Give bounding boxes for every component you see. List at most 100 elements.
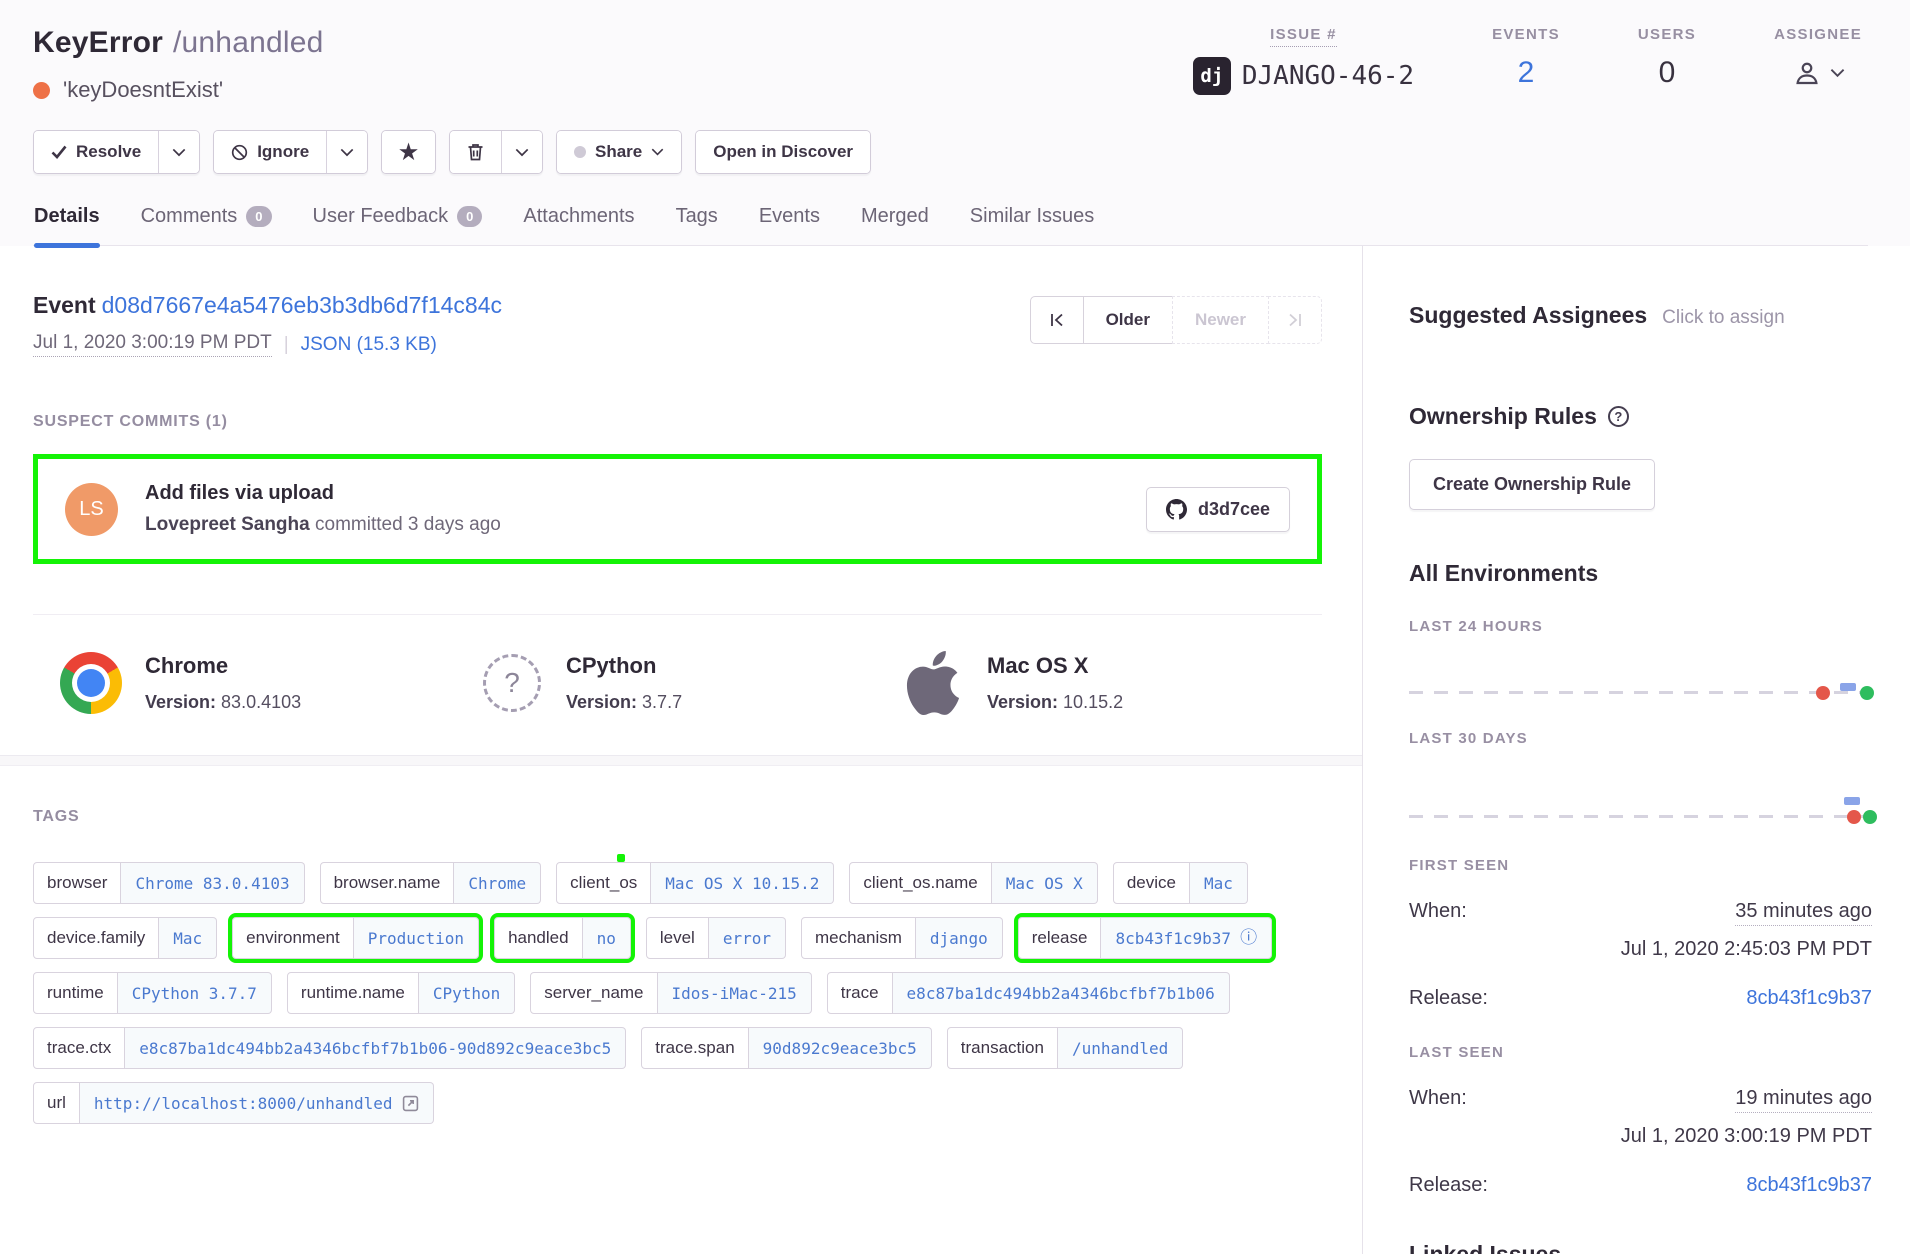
newer-event-button[interactable]: Newer <box>1172 296 1269 344</box>
ignore-button[interactable]: Ignore <box>214 131 326 173</box>
tag-value-link[interactable]: Mac OS X <box>992 862 1098 904</box>
open-in-discover-button[interactable]: Open in Discover <box>696 131 870 173</box>
delete-button[interactable] <box>450 131 501 173</box>
ignore-dropdown-button[interactable] <box>326 131 367 173</box>
tag-value-link[interactable]: Idos-iMac-215 <box>658 972 812 1014</box>
tag-value-link[interactable]: Chrome 83.0.4103 <box>121 862 304 904</box>
issue-message: 'keyDoesntExist' <box>63 77 223 103</box>
tag-key: runtime <box>33 972 118 1014</box>
users-count[interactable]: 0 <box>1638 56 1696 90</box>
delete-dropdown-button[interactable] <box>501 131 542 173</box>
latest-event-marker <box>1860 686 1874 700</box>
tab[interactable]: Details <box>34 205 100 245</box>
first-seen-date: Jul 1, 2020 2:45:03 PM PDT <box>1409 938 1872 961</box>
star-button[interactable]: ★ <box>382 131 435 173</box>
tag-pill: browser Chrome 83.0.4103 <box>33 862 305 904</box>
tab[interactable]: Attachments <box>523 205 634 245</box>
tag-value-link[interactable]: CPython 3.7.7 <box>118 972 272 1014</box>
issue-short-id[interactable]: DJANGO-46-2 <box>1242 61 1414 91</box>
tag-value-link[interactable]: CPython <box>419 972 515 1014</box>
tab[interactable]: Tags <box>676 205 718 245</box>
tag-value-link[interactable]: error <box>709 917 786 959</box>
circle-slash-icon <box>231 144 248 161</box>
tag-key: server_name <box>530 972 657 1014</box>
issue-sidebar: Suggested Assignees Click to assign Owne… <box>1363 246 1910 1254</box>
context-runtime: ? CPython Version: 3.7.7 <box>480 651 901 715</box>
help-icon[interactable]: ? <box>1608 406 1629 427</box>
stat-events: EVENTS 2 <box>1492 26 1560 95</box>
user-icon <box>1792 58 1822 88</box>
tag-value-link[interactable]: e8c87ba1dc494bb2a4346bcfbf7b1b06 <box>893 972 1230 1014</box>
tag-value-link[interactable]: no <box>583 917 631 959</box>
tag-value-link[interactable]: Production <box>354 917 479 959</box>
tag-value-link[interactable]: Mac <box>1190 862 1248 904</box>
chevron-down-icon <box>515 148 529 157</box>
event-id-link[interactable]: d08d7667e4a5476eb3b3db6d7f14c84c <box>102 292 502 318</box>
tag-key: device.family <box>33 917 159 959</box>
tag-value-link[interactable]: Mac OS X 10.15.2 <box>651 862 834 904</box>
tag-pill: client_os.name Mac OS X <box>849 862 1097 904</box>
assignee-dropdown[interactable] <box>1774 58 1862 88</box>
suspect-commits-heading: SUSPECT COMMITS (1) <box>33 413 1322 431</box>
tag-value-link[interactable]: Chrome <box>454 862 541 904</box>
event-details-panel: Eventd08d7667e4a5476eb3b3db6d7f14c84c Ju… <box>0 246 1363 1254</box>
tag-value-link[interactable]: /unhandled <box>1058 1027 1183 1069</box>
resolve-dropdown-button[interactable] <box>158 131 199 173</box>
commit-sha-button[interactable]: d3d7cee <box>1146 487 1290 532</box>
tab[interactable]: Comments 0 <box>141 205 272 245</box>
last-seen-release-link[interactable]: 8cb43f1c9b37 <box>1746 1174 1872 1197</box>
chevron-down-icon <box>340 148 354 157</box>
context-os: Mac OS X Version: 10.15.2 <box>901 651 1322 715</box>
tag-value-link[interactable]: 90d892c9eace3bc5 <box>749 1027 932 1069</box>
first-seen-release-link[interactable]: 8cb43f1c9b37 <box>1746 987 1872 1010</box>
create-ownership-rule-button[interactable]: Create Ownership Rule <box>1409 459 1655 510</box>
events-label: EVENTS <box>1492 26 1560 43</box>
tags-heading: TAGS <box>33 808 1322 826</box>
project-icon: dj <box>1193 57 1231 95</box>
tag-pill: browser.name Chrome <box>320 862 542 904</box>
last-seen-date: Jul 1, 2020 3:00:19 PM PDT <box>1409 1125 1872 1148</box>
action-bar: Resolve Ignore ★ <box>33 130 1868 174</box>
tag-value-link[interactable]: e8c87ba1dc494bb2a4346bcfbf7b1b06-90d892c… <box>125 1027 626 1069</box>
tag-key: runtime.name <box>287 972 419 1014</box>
external-link-icon[interactable] <box>402 1095 419 1112</box>
error-level-dot-icon <box>33 82 50 99</box>
chevron-down-icon <box>1830 68 1845 78</box>
tag-value-link[interactable]: http://localhost:8000/unhandled <box>80 1082 434 1124</box>
tab[interactable]: User Feedback 0 <box>313 205 483 245</box>
tag-key: browser <box>33 862 121 904</box>
share-button[interactable]: Share <box>557 131 681 173</box>
tag-key: url <box>33 1082 80 1124</box>
suggested-assignees-title: Suggested Assignees <box>1409 302 1647 329</box>
issue-header: KeyError/unhandled 'keyDoesntExist' ISSU… <box>0 0 1910 246</box>
page-title: KeyError/unhandled <box>33 26 323 60</box>
tag-key: trace.ctx <box>33 1027 125 1069</box>
newest-event-button[interactable] <box>1268 296 1322 344</box>
events-count[interactable]: 2 <box>1492 56 1560 90</box>
older-event-button[interactable]: Older <box>1083 296 1173 344</box>
tag-pill: device Mac <box>1113 862 1248 904</box>
tab[interactable]: Similar Issues <box>970 205 1094 245</box>
tab[interactable]: Merged <box>861 205 929 245</box>
commit-message: Add files via upload <box>145 482 1146 505</box>
tag-key: handled <box>494 917 583 959</box>
resolve-button[interactable]: Resolve <box>34 131 158 173</box>
all-environments-title: All Environments <box>1409 560 1872 587</box>
tag-key: device <box>1113 862 1190 904</box>
info-icon[interactable]: ⓘ <box>1240 930 1257 947</box>
share-icon <box>574 146 586 158</box>
oldest-event-button[interactable] <box>1030 296 1084 344</box>
tab[interactable]: Events <box>759 205 820 245</box>
tag-pill: mechanism django <box>801 917 1003 959</box>
tag-value-link[interactable]: 8cb43f1c9b37 ⓘ <box>1101 917 1272 959</box>
tab-count-badge: 0 <box>457 206 482 228</box>
tag-value-link[interactable]: Mac <box>159 917 217 959</box>
raw-json-link[interactable]: JSON (15.3 KB) <box>301 334 437 356</box>
context-browser: Chrome Version: 83.0.4103 <box>59 651 480 715</box>
github-icon <box>1166 499 1187 520</box>
avatar: LS <box>65 483 118 536</box>
last-30-days-label: LAST 30 DAYS <box>1409 730 1872 747</box>
tab-count-badge: 0 <box>246 206 271 228</box>
tag-value-link[interactable]: django <box>916 917 1003 959</box>
delete-button-group <box>449 130 543 174</box>
